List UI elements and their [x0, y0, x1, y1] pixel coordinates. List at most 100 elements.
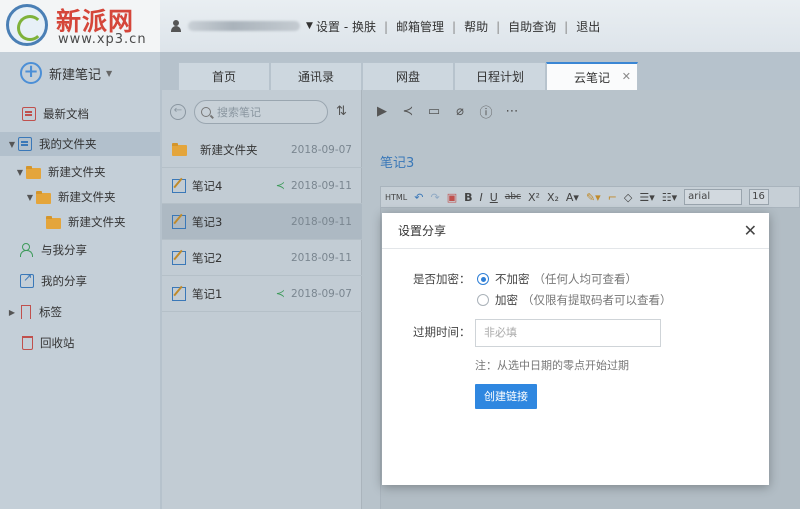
- sidebar-item-label: 标签: [39, 305, 62, 319]
- encrypt-label: 是否加密：: [413, 272, 471, 286]
- ordered-list-icon[interactable]: ☰▾: [639, 191, 654, 204]
- note-icon: [172, 286, 186, 301]
- radio-checked-icon[interactable]: [477, 273, 489, 285]
- tab-contacts[interactable]: 通讯录: [270, 62, 362, 90]
- highlight-icon[interactable]: ✎▾: [586, 191, 601, 204]
- sidebar-item-label: 新建文件夹: [48, 165, 106, 179]
- close-icon[interactable]: ✕: [744, 221, 757, 240]
- logout-link[interactable]: 退出: [576, 18, 600, 35]
- sidebar-item-label: 新建文件夹: [68, 215, 126, 229]
- list-item-date: 2018-09-07: [290, 143, 352, 156]
- sort-icon[interactable]: ⇅: [336, 104, 347, 119]
- user-menu[interactable]: ▼: [170, 18, 313, 34]
- expand-triangle-icon[interactable]: ▶: [6, 308, 18, 317]
- strikethrough-icon[interactable]: abc: [505, 192, 521, 202]
- radio-no-encrypt[interactable]: 不加密 （任何人均可查看）: [477, 271, 637, 287]
- sidebar-item-label: 我的文件夹: [39, 137, 97, 151]
- radio-encrypt[interactable]: 加密 （仅限有提取码者可以查看）: [477, 292, 672, 308]
- image-icon[interactable]: ▣: [447, 191, 457, 204]
- document-icon: [22, 107, 36, 121]
- format-brush-icon[interactable]: ⌐: [608, 191, 617, 204]
- rich-text-toolbar: HTML ↶ ↷ ▣ B I U abc X² X₂ A▾ ✎▾ ⌐ ◇ ☰▾ …: [380, 186, 800, 208]
- note-title[interactable]: 笔记3: [380, 152, 414, 171]
- tab-label: 云笔记: [573, 70, 610, 85]
- list-item-name: 新建文件夹: [200, 142, 258, 157]
- tag-icon: [18, 305, 32, 319]
- attachment-icon[interactable]: ⌀: [452, 104, 468, 119]
- superscript-icon[interactable]: X²: [528, 191, 540, 204]
- sidebar-item-shared-with-me[interactable]: 与我分享: [0, 238, 160, 262]
- create-link-button[interactable]: 创建链接: [475, 384, 537, 409]
- caret-down-icon[interactable]: ▼: [106, 69, 112, 78]
- expire-label: 过期时间：: [413, 325, 471, 339]
- redo-icon[interactable]: ↷: [430, 191, 439, 204]
- undo-icon[interactable]: ↶: [414, 191, 423, 204]
- self-service-link[interactable]: 自助查询: [508, 18, 556, 35]
- list-item-name: 笔记3: [192, 214, 223, 229]
- sidebar-item-label: 最新文档: [43, 107, 89, 121]
- folder-icon: [172, 143, 187, 156]
- tab-schedule[interactable]: 日程计划: [454, 62, 546, 90]
- expand-triangle-icon[interactable]: ▼: [14, 168, 26, 177]
- note-icon: [172, 178, 186, 193]
- close-icon[interactable]: ✕: [622, 70, 631, 83]
- list-item[interactable]: 笔记3 2018-09-11: [162, 204, 362, 240]
- italic-icon[interactable]: I: [480, 191, 483, 204]
- underline-icon[interactable]: U: [490, 191, 498, 204]
- eraser-icon[interactable]: ◇: [624, 191, 632, 204]
- back-arrow-icon[interactable]: ←: [170, 104, 186, 120]
- tab-home[interactable]: 首页: [178, 62, 270, 90]
- expire-date-input[interactable]: 非必填: [475, 319, 661, 347]
- font-color-icon[interactable]: A▾: [566, 191, 579, 204]
- share-icon[interactable]: ≺: [400, 104, 416, 119]
- sidebar-item-folder-2[interactable]: ▼ 新建文件夹: [0, 185, 160, 209]
- search-input[interactable]: 搜索笔记: [194, 100, 328, 124]
- list-item[interactable]: 笔记4 ≺ 2018-09-11: [162, 168, 362, 204]
- sidebar-item-trash[interactable]: 回收站: [0, 331, 160, 355]
- subscript-icon[interactable]: X₂: [547, 191, 559, 204]
- sidebar-item-folder-3[interactable]: 新建文件夹: [0, 210, 160, 234]
- mailbox-manage-link[interactable]: 邮箱管理: [396, 18, 444, 35]
- list-item-name: 笔记2: [192, 250, 223, 265]
- new-note-label: 新建笔记: [49, 67, 102, 83]
- folder-icon: [26, 165, 41, 179]
- share-icon: ≺: [275, 287, 285, 300]
- radio-label: 不加密: [495, 272, 530, 286]
- bold-icon[interactable]: B: [464, 191, 472, 204]
- font-family-select[interactable]: arial: [684, 189, 743, 205]
- tab-cloud-notes[interactable]: 云笔记 ✕: [546, 62, 638, 90]
- font-size-select[interactable]: 16: [749, 189, 770, 205]
- expand-triangle-icon[interactable]: ▼: [24, 193, 36, 202]
- sidebar-item-folder-1[interactable]: ▼ 新建文件夹: [0, 160, 160, 184]
- comment-icon[interactable]: ▭: [426, 104, 442, 119]
- sidebar-item-recent[interactable]: 最新文档: [0, 102, 160, 126]
- divider: |: [564, 19, 569, 34]
- sidebar-item-tags[interactable]: ▶ 标签: [0, 300, 160, 324]
- sidebar-item-my-shares[interactable]: 我的分享: [0, 269, 160, 293]
- html-mode-icon[interactable]: HTML: [385, 193, 407, 202]
- help-link[interactable]: 帮助: [464, 18, 488, 35]
- list-item[interactable]: 笔记1 ≺ 2018-09-07: [162, 276, 362, 312]
- sidebar-item-my-folders[interactable]: ▼ 我的文件夹: [0, 132, 160, 156]
- trash-icon: [22, 336, 33, 350]
- list-item[interactable]: 新建文件夹 2018-09-07: [162, 132, 362, 168]
- expand-triangle-icon[interactable]: ▼: [6, 140, 18, 149]
- logo: 新派网 www.xp3.cn: [0, 0, 160, 52]
- tab-netdisk[interactable]: 网盘: [362, 62, 454, 90]
- note-icon: [172, 250, 186, 265]
- radio-label: 加密: [495, 293, 518, 307]
- bullet-list-icon[interactable]: ☷▾: [662, 191, 677, 204]
- settings-skin-link[interactable]: 设置 - 换肤: [316, 18, 376, 35]
- editor-toolbar: ▶ ≺ ▭ ⌀ ⓘ ⋯: [362, 90, 800, 132]
- sidebar-item-label: 我的分享: [41, 274, 87, 288]
- radio-unchecked-icon[interactable]: [477, 294, 489, 306]
- new-note-button[interactable]: + 新建笔记 ▼: [20, 62, 112, 84]
- folder-icon: [36, 190, 51, 204]
- list-item[interactable]: 笔记2 2018-09-11: [162, 240, 362, 276]
- radio-hint: （仅限有提取码者可以查看）: [522, 293, 672, 307]
- search-placeholder: 搜索笔记: [217, 106, 261, 119]
- more-icon[interactable]: ⋯: [504, 104, 520, 119]
- present-icon[interactable]: ▶: [374, 104, 390, 119]
- caret-down-icon: ▼: [306, 21, 313, 31]
- info-icon[interactable]: ⓘ: [478, 102, 494, 121]
